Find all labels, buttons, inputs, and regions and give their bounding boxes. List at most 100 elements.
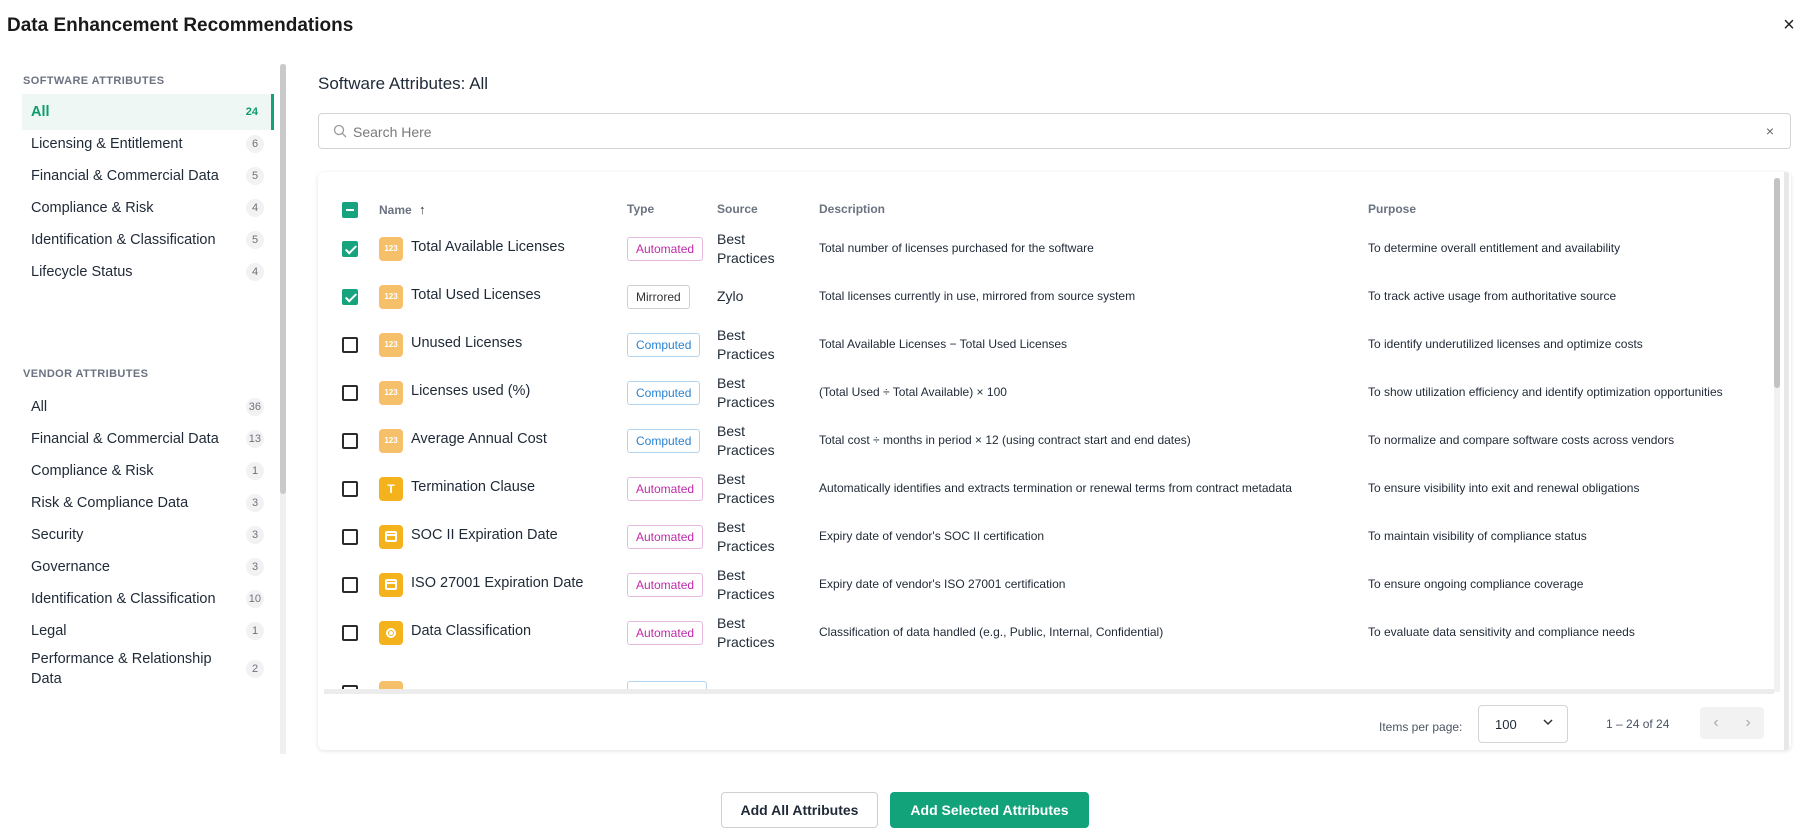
row-checkbox[interactable] (342, 289, 358, 305)
attribute-purpose: To maintain visibility of compliance sta… (1368, 529, 1587, 543)
row-checkbox[interactable] (342, 625, 358, 641)
type-badge: Automated (627, 621, 704, 645)
next-page-button[interactable]: › (1738, 713, 1758, 733)
number-icon: 123 (379, 333, 403, 357)
attribute-description: Total licenses currently in use, mirrore… (819, 289, 1136, 303)
sidebar-scrollbar[interactable] (280, 64, 286, 754)
sidebar-item-label: Licensing & Entitlement (31, 136, 183, 152)
row-checkbox[interactable] (342, 337, 358, 353)
calendar-icon (379, 525, 403, 549)
pagination-bar: Items per page: 100 1 – 24 of 24 ‹ › (318, 694, 1784, 750)
row-checkbox[interactable] (342, 577, 358, 593)
pager-buttons: ‹ › (1700, 707, 1764, 739)
sidebar-item[interactable]: All 24 (22, 94, 274, 130)
column-header-description[interactable]: Description (819, 202, 885, 216)
sidebar-item[interactable]: Compliance & Risk 1 (22, 453, 274, 489)
search-input[interactable] (353, 120, 1733, 144)
sidebar-item[interactable]: Financial & Commercial Data 5 (22, 158, 274, 194)
sidebar-item-label: Security (31, 527, 84, 543)
table-scrollbar[interactable] (1774, 178, 1780, 692)
sidebar-item[interactable]: Governance 3 (22, 549, 274, 585)
type-badge: Automated (627, 573, 704, 597)
sidebar-scrollbar-thumb[interactable] (280, 64, 286, 494)
items-per-page-select[interactable]: 100 (1478, 705, 1568, 743)
number-icon: 123 (379, 381, 403, 405)
software-attributes-heading: SOFTWARE ATTRIBUTES (23, 75, 165, 87)
column-name-label: Name (379, 203, 412, 217)
attribute-source: Best Practices (717, 423, 775, 458)
column-header-source[interactable]: Source (717, 202, 758, 216)
calendar-icon (379, 573, 403, 597)
sidebar-item[interactable]: Compliance & Risk 4 (22, 190, 274, 226)
sidebar-item[interactable]: Security 3 (22, 517, 274, 553)
attribute-source: Best Practices (717, 471, 775, 506)
attribute-name: Licenses used (%) (411, 383, 531, 399)
sidebar-item-label: Identification & Classification (31, 232, 216, 248)
sidebar-item[interactable]: Financial & Commercial Data 13 (22, 421, 274, 457)
sidebar-item[interactable]: Licensing & Entitlement 6 (22, 126, 274, 162)
number-icon: 123 (379, 429, 403, 453)
category-sidebar: SOFTWARE ATTRIBUTES All 24 Licensing & Ent… (22, 64, 274, 754)
type-badge: Computed (627, 429, 701, 453)
sidebar-item-count: 13 (245, 430, 264, 448)
attribute-name: Average Annual Cost (411, 431, 547, 447)
dialog-title: Data Enhancement Recommendations (7, 15, 354, 36)
attribute-description: Total cost ÷ months in period × 12 (usin… (819, 433, 1191, 447)
attribute-source: Best Practices (717, 615, 775, 650)
type-badge: Automated (627, 237, 704, 261)
table-header-row: Name ↑ Type Source Description Purpose (318, 172, 1774, 220)
sort-arrow-icon[interactable]: ↑ (419, 202, 426, 217)
sidebar-item-label: Identification & Classification (31, 591, 216, 607)
sidebar-item[interactable]: Identification & Classification 10 (22, 581, 274, 617)
clear-search-icon[interactable]: × (1762, 123, 1778, 139)
sidebar-item-count: 4 (246, 199, 264, 217)
sidebar-item[interactable]: All 36 (22, 389, 274, 425)
pagination-range: 1 – 24 of 24 (1606, 717, 1670, 731)
type-badge: Mirrored (627, 285, 690, 309)
items-per-page-value: 100 (1495, 717, 1517, 732)
sidebar-item-label: Legal (31, 623, 67, 639)
select-all-checkbox[interactable] (342, 202, 358, 218)
attribute-name: Unused Licenses (411, 335, 523, 351)
previous-page-button[interactable]: ‹ (1706, 713, 1726, 733)
attribute-purpose: To normalize and compare software costs … (1368, 433, 1675, 447)
attribute-description: Expiry date of vendor's SOC II certifica… (819, 529, 1045, 543)
column-header-purpose[interactable]: Purpose (1368, 202, 1416, 216)
card-scrollbar[interactable] (1784, 172, 1789, 750)
sidebar-item[interactable]: Identification & Classification 5 (22, 222, 274, 258)
sidebar-item-count: 10 (245, 590, 264, 608)
attributes-table: Name ↑ Type Source Description Purpose 1… (318, 172, 1791, 750)
add-all-attributes-button[interactable]: Add All Attributes (721, 792, 878, 828)
search-bar[interactable]: × (318, 113, 1791, 149)
sidebar-item[interactable]: Lifecycle Status 4 (22, 254, 274, 290)
type-badge: Automated (627, 525, 704, 549)
attribute-source: Best Practices (717, 231, 775, 266)
sidebar-item[interactable]: Legal 1 (22, 613, 274, 649)
sidebar-item-count: 24 (245, 106, 258, 118)
row-checkbox[interactable] (342, 529, 358, 545)
attribute-name: Total Available Licenses (411, 239, 565, 255)
close-icon[interactable]: × (1778, 14, 1800, 36)
row-checkbox[interactable] (342, 241, 358, 257)
row-checkbox[interactable] (342, 385, 358, 401)
attribute-description: (Total Used ÷ Total Available) × 100 (819, 385, 1007, 399)
attribute-purpose: To ensure ongoing compliance coverage (1368, 577, 1584, 591)
sidebar-item[interactable]: Performance & Relationship Data 2 (22, 645, 274, 693)
column-header-type[interactable]: Type (627, 202, 654, 216)
attribute-name: Termination Clause (411, 479, 536, 495)
attribute-description: Automatically identifies and extracts te… (819, 481, 1292, 495)
table-scrollbar-thumb[interactable] (1774, 178, 1780, 388)
sidebar-item-label: Governance (31, 559, 110, 575)
sidebar-item-count: 3 (246, 494, 264, 512)
sidebar-item[interactable]: Risk & Compliance Data 3 (22, 485, 274, 521)
attribute-source: Best Practices (717, 519, 775, 554)
row-checkbox[interactable] (342, 481, 358, 497)
sidebar-item-label: All (31, 399, 48, 415)
table-row: ISO 27001 Expiration Date Automated Best P… (318, 560, 1774, 608)
column-header-name[interactable]: Name ↑ (379, 202, 426, 217)
attribute-description: Total Available Licenses − Total Used Li… (819, 337, 1068, 351)
table-scroll-area[interactable]: Name ↑ Type Source Description Purpose 1… (318, 172, 1774, 692)
row-checkbox[interactable] (342, 433, 358, 449)
sidebar-item-label: Financial & Commercial Data (31, 168, 219, 184)
add-selected-attributes-button[interactable]: Add Selected Attributes (890, 792, 1089, 828)
